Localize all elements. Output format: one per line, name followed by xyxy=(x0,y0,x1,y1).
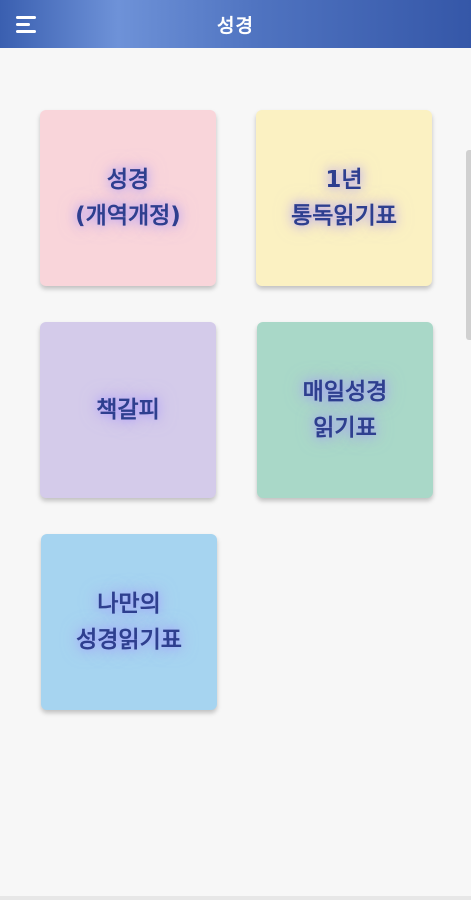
menu-icon-bar xyxy=(16,15,36,19)
tile-bible-line1: 성경 xyxy=(106,167,150,193)
tile-daily-reading-plan-line2: 읽기표 xyxy=(313,415,377,441)
tile-daily-reading-plan-line1: 매일성경 xyxy=(302,379,388,405)
tile-bible[interactable]: 성경 (개역개정) xyxy=(40,110,216,286)
bottom-divider xyxy=(0,896,471,900)
menu-icon[interactable] xyxy=(10,8,42,40)
tile-bookmarks-label: 책갈피 xyxy=(96,392,159,428)
tile-yearly-reading-plan-line1: 1년 xyxy=(325,167,363,193)
app-header: 성경 xyxy=(0,0,471,48)
tile-daily-reading-plan-label: 매일성경 읽기표 xyxy=(303,374,388,446)
tile-bookmarks[interactable]: 책갈피 xyxy=(40,322,216,498)
tile-my-reading-plan-line1: 나만의 xyxy=(97,591,161,617)
tile-bookmarks-line1: 책갈피 xyxy=(96,397,160,423)
tile-yearly-reading-plan-line2: 통독읽기표 xyxy=(291,203,397,229)
tile-bible-label: 성경 (개역개정) xyxy=(75,162,181,234)
menu-icon-bar xyxy=(16,29,36,33)
tile-yearly-reading-plan[interactable]: 1년 통독읽기표 xyxy=(256,110,432,286)
tile-bible-line2: (개역개정) xyxy=(75,203,181,229)
tile-my-reading-plan-line2: 성경읽기표 xyxy=(76,627,182,653)
page-title: 성경 xyxy=(217,14,254,37)
tile-yearly-reading-plan-label: 1년 통독읽기표 xyxy=(291,162,397,234)
tile-my-reading-plan-label: 나만의 성경읽기표 xyxy=(76,586,182,658)
app-screen: 성경 성경 (개역개정) 1년 통독읽기표 책갈피 매일성경 읽기표 나만의 성… xyxy=(0,0,471,900)
tile-daily-reading-plan[interactable]: 매일성경 읽기표 xyxy=(257,322,433,498)
scrollbar[interactable] xyxy=(466,150,471,340)
menu-icon-bar xyxy=(16,22,30,26)
tile-my-reading-plan[interactable]: 나만의 성경읽기표 xyxy=(41,534,217,710)
